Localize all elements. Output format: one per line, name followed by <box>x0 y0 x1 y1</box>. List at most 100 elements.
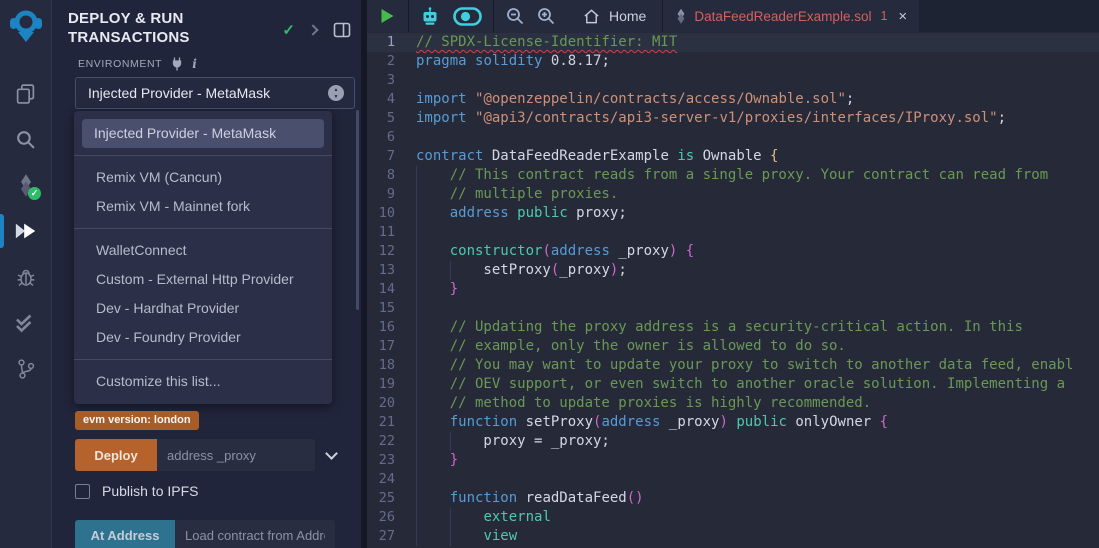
expand-deploy-args-icon[interactable] <box>325 447 338 460</box>
remix-logo-icon[interactable] <box>0 0 51 52</box>
close-tab-icon[interactable]: × <box>898 8 907 25</box>
dropdown-option[interactable]: Injected Provider - MetaMask <box>82 119 324 148</box>
home-icon <box>583 8 600 25</box>
dropdown-option[interactable]: Remix VM (Cancun) <box>82 163 332 192</box>
select-sort-icon: ▲▼ <box>328 85 344 101</box>
at-address-button[interactable]: At Address <box>75 520 175 548</box>
panel-scrollbar[interactable] <box>356 110 359 310</box>
panel-check-icon: ✓ <box>282 21 295 39</box>
ai-assistant-icon[interactable] <box>420 6 440 26</box>
line-number[interactable]: 26 <box>367 508 416 527</box>
at-address-input[interactable] <box>175 520 335 548</box>
line-number[interactable]: 9 <box>367 185 416 204</box>
line-number[interactable]: 21 <box>367 413 416 432</box>
line-content[interactable] <box>416 128 1099 147</box>
code-area[interactable]: 1// SPDX-License-Identifier: MIT2pragma … <box>367 32 1099 548</box>
publish-ipfs-checkbox[interactable] <box>75 484 90 499</box>
line-content[interactable]: // You may want to update your proxy to … <box>416 356 1099 375</box>
line-content[interactable]: pragma solidity 0.8.17; <box>416 52 1099 71</box>
line-content[interactable]: contract DataFeedReaderExample is Ownabl… <box>416 147 1099 166</box>
line-number[interactable]: 14 <box>367 280 416 299</box>
line-number[interactable]: 20 <box>367 394 416 413</box>
debugger-icon[interactable] <box>0 254 51 300</box>
code-line: 19 // OEV support, or even switch to ano… <box>367 375 1099 394</box>
environment-select[interactable]: Injected Provider - MetaMask ▲▼ <box>75 77 355 109</box>
line-content[interactable]: } <box>416 451 1099 470</box>
dropdown-option[interactable]: WalletConnect <box>82 236 332 265</box>
line-number[interactable]: 6 <box>367 128 416 147</box>
deploy-run-icon[interactable] <box>0 208 51 254</box>
line-number[interactable]: 15 <box>367 299 416 318</box>
deploy-arg-input[interactable] <box>157 439 315 471</box>
line-content[interactable]: // OEV support, or even switch to anothe… <box>416 375 1099 394</box>
line-content[interactable]: constructor(address _proxy) { <box>416 242 1099 261</box>
line-content[interactable]: // example, only the owner is allowed to… <box>416 337 1099 356</box>
line-content[interactable]: // multiple proxies. <box>416 185 1099 204</box>
line-number[interactable]: 1 <box>367 33 416 52</box>
panel-expand-icon[interactable] <box>307 24 318 35</box>
pin-panel-icon[interactable] <box>333 22 351 38</box>
tab-home[interactable]: Home <box>567 0 662 32</box>
line-content[interactable]: address public proxy; <box>416 204 1099 223</box>
indent-guide <box>416 242 417 261</box>
dropdown-option[interactable]: Customize this list... <box>82 367 332 396</box>
ai-copilot-toggle[interactable] <box>453 7 482 26</box>
line-number[interactable]: 18 <box>367 356 416 375</box>
line-content[interactable]: function setProxy(address _proxy) public… <box>416 413 1099 432</box>
line-content[interactable]: setProxy(_proxy); <box>416 261 1099 280</box>
line-number[interactable]: 23 <box>367 451 416 470</box>
line-content[interactable] <box>416 299 1099 318</box>
code-line: 5import "@api3/contracts/api3-server-v1/… <box>367 109 1099 128</box>
deploy-button[interactable]: Deploy <box>75 439 157 471</box>
dropdown-option[interactable]: Dev - Hardhat Provider <box>82 294 332 323</box>
line-number[interactable]: 4 <box>367 90 416 109</box>
line-number[interactable]: 17 <box>367 337 416 356</box>
line-number[interactable]: 3 <box>367 71 416 90</box>
dropdown-option[interactable]: Custom - External Http Provider <box>82 265 332 294</box>
line-content[interactable]: // Updating the proxy address is a secur… <box>416 318 1099 337</box>
line-number[interactable]: 7 <box>367 147 416 166</box>
line-number[interactable]: 12 <box>367 242 416 261</box>
dropdown-option[interactable]: Remix VM - Mainnet fork <box>82 192 332 221</box>
tab-file-active[interactable]: DataFeedReaderExample.sol 1 × <box>663 0 919 32</box>
line-number[interactable]: 24 <box>367 470 416 489</box>
line-number[interactable]: 5 <box>367 109 416 128</box>
line-number[interactable]: 10 <box>367 204 416 223</box>
solidity-compiler-icon[interactable]: ✓ <box>0 162 51 208</box>
search-icon[interactable] <box>0 116 51 162</box>
line-number[interactable]: 2 <box>367 52 416 71</box>
line-number[interactable]: 25 <box>367 489 416 508</box>
line-content[interactable]: external <box>416 508 1099 527</box>
zoom-in-icon[interactable] <box>537 7 555 25</box>
line-content[interactable] <box>416 470 1099 489</box>
code-line: 21 function setProxy(address _proxy) pub… <box>367 413 1099 432</box>
line-content[interactable]: function readDataFeed() <box>416 489 1099 508</box>
line-content[interactable]: // method to update proxies is highly re… <box>416 394 1099 413</box>
line-content[interactable]: // This contract reads from a single pro… <box>416 166 1099 185</box>
line-content[interactable]: // SPDX-License-Identifier: MIT <box>416 33 1099 52</box>
line-number[interactable]: 19 <box>367 375 416 394</box>
line-content[interactable]: import "@openzeppelin/contracts/access/O… <box>416 90 1099 109</box>
plug-icon[interactable] <box>171 57 183 71</box>
indent-guide <box>416 470 417 489</box>
line-content[interactable] <box>416 71 1099 90</box>
line-number[interactable]: 11 <box>367 223 416 242</box>
line-content[interactable]: proxy = _proxy; <box>416 432 1099 451</box>
line-content[interactable]: import "@api3/contracts/api3-server-v1/p… <box>416 109 1099 128</box>
line-number[interactable]: 22 <box>367 432 416 451</box>
line-number[interactable]: 27 <box>367 527 416 546</box>
dropdown-option[interactable]: Dev - Foundry Provider <box>82 323 332 352</box>
unit-testing-icon[interactable] <box>0 300 51 346</box>
zoom-out-icon[interactable] <box>506 7 524 25</box>
dropdown-divider <box>74 155 332 156</box>
environment-info-icon[interactable]: i <box>192 57 197 71</box>
line-content[interactable] <box>416 223 1099 242</box>
line-content[interactable]: view <box>416 527 1099 546</box>
line-number[interactable]: 13 <box>367 261 416 280</box>
line-number[interactable]: 16 <box>367 318 416 337</box>
line-number[interactable]: 8 <box>367 166 416 185</box>
file-explorer-icon[interactable] <box>0 70 51 116</box>
git-icon[interactable] <box>0 346 51 392</box>
run-script-button[interactable] <box>367 0 408 32</box>
line-content[interactable]: } <box>416 280 1099 299</box>
